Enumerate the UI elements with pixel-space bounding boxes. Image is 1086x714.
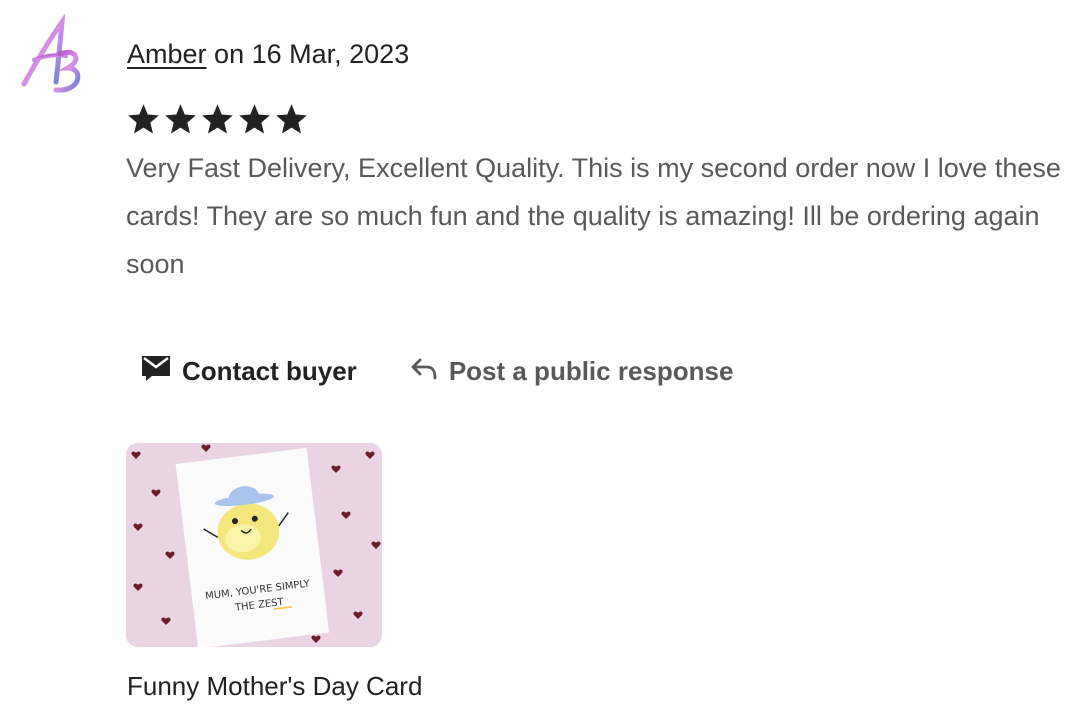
post-public-response-label: Post a public response [448, 355, 734, 386]
review-header: Amber on 16 Mar, 2023 [127, 36, 409, 72]
star-icon [239, 104, 270, 134]
reviewer-name-link[interactable]: Amber [127, 39, 207, 69]
item-thumbnail[interactable]: MUM, YOU'RE SIMPLY THE ZEST [126, 443, 382, 647]
reply-arrow-icon [409, 354, 439, 389]
review-actions: Contact buyer Post a public response [126, 349, 747, 393]
date-prefix: on [214, 39, 245, 69]
post-public-response-button[interactable]: Post a public response [395, 349, 748, 393]
star-icon [128, 104, 159, 134]
avatar-initials: AB [16, 14, 18, 15]
reviewer-avatar: AB [16, 12, 88, 100]
star-icon [202, 104, 233, 134]
item-title[interactable]: Funny Mother's Day Card [127, 668, 422, 704]
envelope-icon [140, 353, 172, 390]
review-text: Very Fast Delivery, Excellent Quality. T… [126, 153, 1061, 279]
review-date: 16 Mar, 2023 [251, 39, 410, 69]
star-icon [165, 104, 196, 134]
contact-buyer-button[interactable]: Contact buyer [126, 349, 371, 393]
star-icon [276, 104, 307, 134]
contact-buyer-label: Contact buyer [182, 355, 357, 386]
star-rating [126, 102, 309, 146]
